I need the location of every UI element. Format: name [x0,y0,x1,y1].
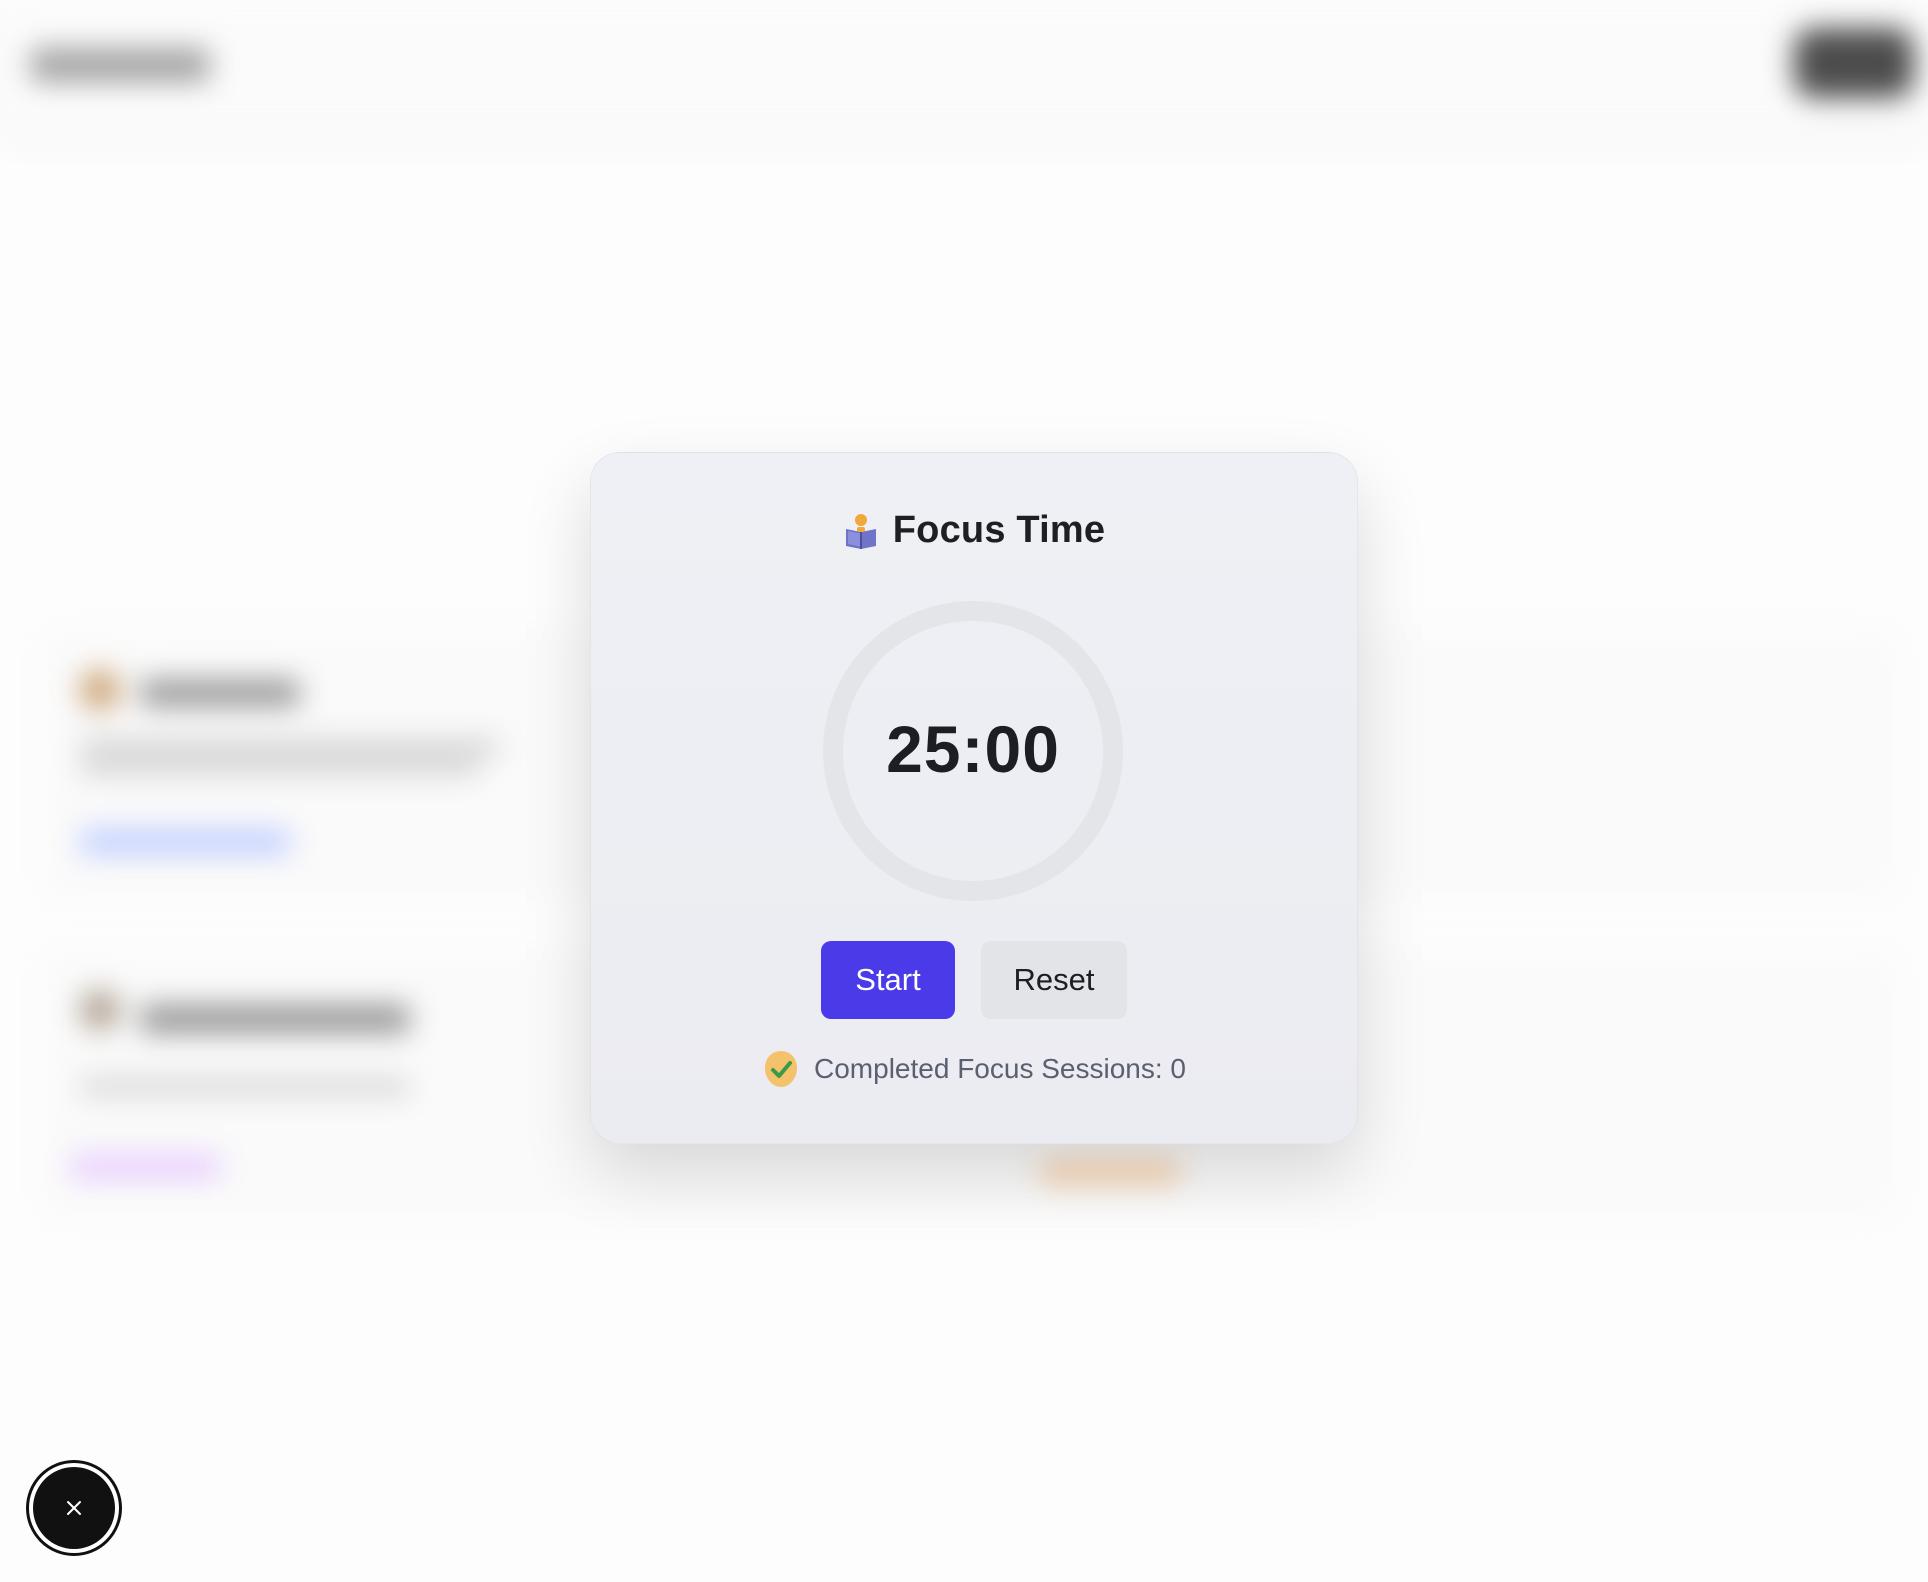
background-placeholder [80,990,120,1030]
background-header-button [1794,28,1914,98]
background-placeholder [80,670,120,710]
completed-sessions-label: Completed Focus Sessions: 0 [814,1053,1186,1084]
check-badge-icon [762,1049,800,1089]
background-placeholder [140,1005,410,1033]
close-icon [67,1501,81,1515]
focus-timer-modal: Focus Time 25:00 Start Reset Completed F… [590,452,1358,1144]
reset-button[interactable]: Reset [981,941,1127,1019]
background-placeholder [1040,1160,1180,1184]
timer-ring: 25:00 [823,601,1123,901]
close-button-inner[interactable] [33,1467,115,1549]
modal-title: Focus Time [892,509,1106,551]
completed-sessions: Completed Focus Sessions: 0 [591,1049,1357,1089]
background-placeholder [80,760,480,774]
page: Focus Time 25:00 Start Reset Completed F… [0,0,1928,1582]
background-placeholder [70,1155,220,1179]
background-logo [30,48,210,82]
close-button[interactable] [26,1460,122,1556]
start-button[interactable]: Start [821,941,955,1019]
modal-header: Focus Time [591,509,1357,552]
timer-display: 25:00 [886,712,1060,786]
timer-controls: Start Reset [591,941,1357,1019]
background-placeholder [80,740,500,754]
person-reading-book-icon [843,513,879,549]
background-placeholder [140,680,300,706]
background-placeholder [80,830,290,854]
background-placeholder [80,1080,410,1094]
background-header [0,0,1928,130]
